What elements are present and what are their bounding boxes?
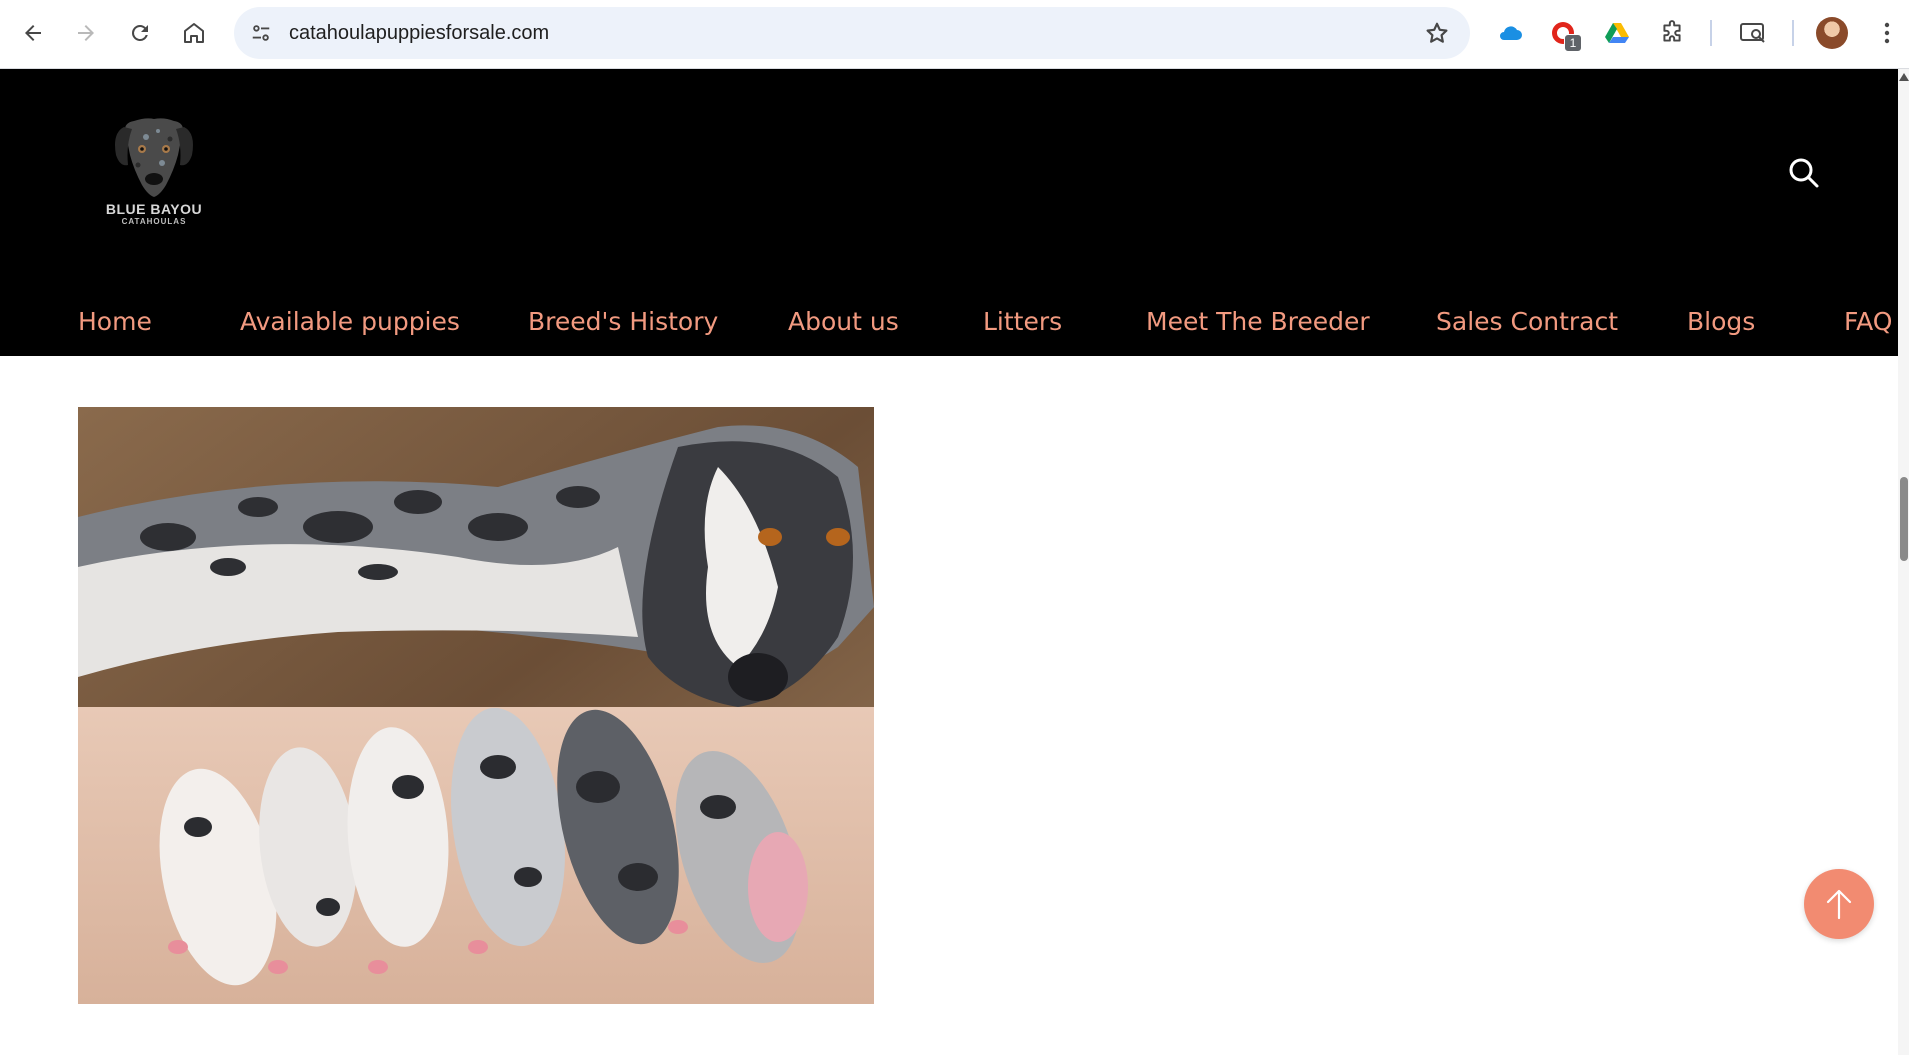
extension-badge: 1 — [1564, 34, 1582, 52]
site-header: BLUE BAYOU CATAHOULAS Home Available pup… — [0, 69, 1898, 356]
back-button[interactable] — [14, 14, 52, 52]
menu-dots-icon — [1884, 22, 1890, 44]
menu-item-meet-the-breeder[interactable]: Meet The Breeder — [1146, 289, 1370, 355]
forward-button[interactable] — [67, 14, 105, 52]
menu-item-litters[interactable]: Litters — [983, 289, 1062, 355]
home-icon — [184, 23, 204, 43]
toolbar-separator — [1710, 20, 1712, 46]
star-icon[interactable] — [1424, 20, 1450, 46]
reading-list-icon — [1740, 23, 1765, 43]
logo-title: BLUE BAYOU — [105, 201, 203, 217]
reload-button[interactable] — [121, 14, 159, 52]
main-menu: Home Available puppies Breed's History A… — [0, 289, 1898, 355]
browser-menu-button[interactable] — [1870, 16, 1904, 50]
scroll-to-top-button[interactable] — [1804, 869, 1874, 939]
onedrive-extension[interactable] — [1493, 16, 1527, 50]
litter-photo — [78, 407, 874, 1004]
site-logo[interactable]: BLUE BAYOU CATAHOULAS — [104, 115, 204, 230]
scroll-thumb[interactable] — [1900, 477, 1908, 561]
menu-item-blogs[interactable]: Blogs — [1687, 289, 1755, 355]
back-icon — [25, 25, 41, 41]
arrow-up-icon — [1826, 889, 1852, 920]
address-bar[interactable]: catahoulapuppiesforsale.com — [234, 7, 1470, 59]
extensions-button[interactable] — [1655, 16, 1689, 50]
site-info-icon — [252, 25, 270, 41]
cloud-icon — [1500, 26, 1522, 40]
browser-toolbar: catahoulapuppiesforsale.com 1 — [0, 0, 1909, 69]
menu-item-available-puppies[interactable]: Available puppies — [240, 289, 460, 355]
reload-icon — [132, 24, 148, 41]
toolbar-separator — [1792, 20, 1794, 46]
site-search-button[interactable] — [1786, 155, 1822, 191]
url-text[interactable]: catahoulapuppiesforsale.com — [289, 7, 549, 59]
reading-list-button[interactable] — [1736, 16, 1770, 50]
menu-item-breeds-history[interactable]: Breed's History — [528, 289, 718, 355]
menu-item-faq[interactable]: FAQ — [1844, 289, 1892, 355]
search-icon — [1789, 158, 1819, 188]
forward-icon — [78, 25, 94, 41]
drive-icon — [1605, 23, 1629, 43]
page-scrollbar[interactable] — [1898, 69, 1909, 1055]
menu-item-home[interactable]: Home — [78, 289, 152, 355]
avatar[interactable] — [1816, 17, 1848, 49]
dog-logo-icon — [115, 118, 193, 197]
drive-extension[interactable] — [1600, 16, 1634, 50]
home-button[interactable] — [175, 14, 213, 52]
puzzle-icon — [1663, 20, 1681, 42]
menu-item-about-us[interactable]: About us — [788, 289, 899, 355]
scroll-up-arrow[interactable] — [1899, 73, 1909, 81]
menu-item-sales-contract[interactable]: Sales Contract — [1436, 289, 1618, 355]
pdf-extension[interactable]: 1 — [1546, 16, 1582, 52]
site-info-button[interactable] — [248, 20, 274, 46]
logo-subtitle: CATAHOULAS — [121, 217, 187, 226]
